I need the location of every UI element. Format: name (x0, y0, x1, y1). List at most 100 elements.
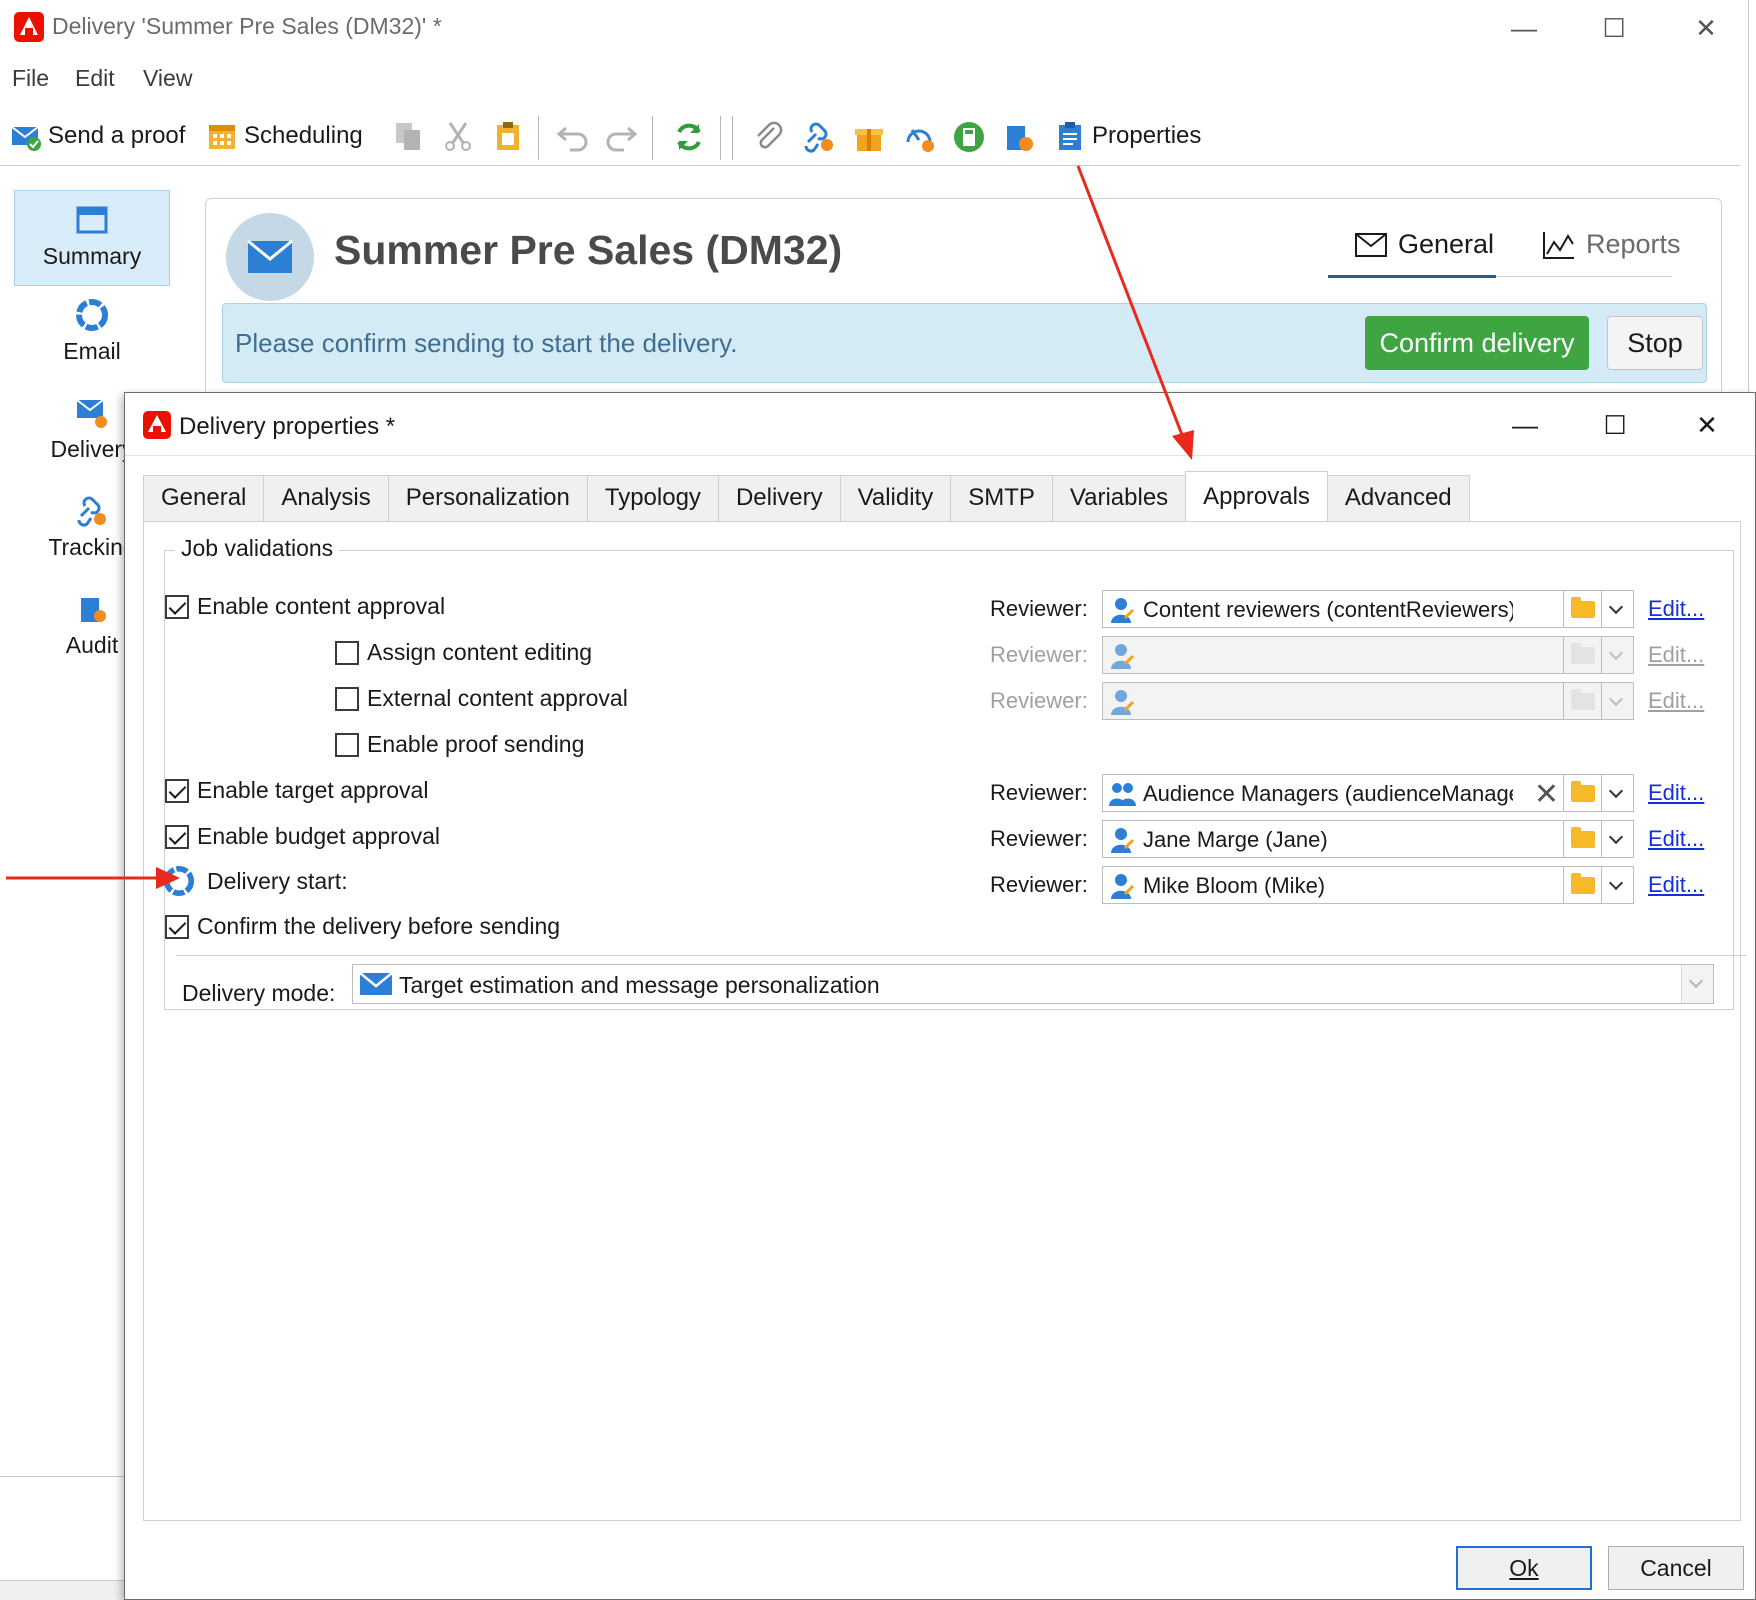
undo-icon[interactable] (556, 120, 590, 152)
edit-link[interactable]: Edit... (1648, 642, 1704, 668)
group-title: Job validations (175, 535, 340, 562)
tab-advanced[interactable]: Advanced (1326, 475, 1470, 521)
scheduling-button[interactable]: Scheduling (206, 116, 363, 156)
send-proof-icon (11, 126, 41, 151)
cut-icon[interactable] (442, 120, 474, 152)
editing-reviewer-field[interactable] (1102, 636, 1564, 674)
refresh-icon[interactable] (672, 120, 706, 154)
envelope-outline-icon (1355, 232, 1387, 257)
stop-button[interactable]: Stop (1607, 316, 1703, 370)
delivery-mode-select[interactable]: Target estimation and message personaliz… (352, 964, 1714, 1004)
menu-edit[interactable]: Edit (75, 65, 115, 92)
chevron-down-icon[interactable] (1602, 682, 1634, 720)
chevron-down-icon[interactable] (1602, 866, 1634, 904)
gift-icon[interactable] (852, 120, 886, 154)
edit-link[interactable]: Edit... (1648, 872, 1704, 898)
checkbox-checked[interactable] (165, 594, 189, 619)
nav-bottom-border (0, 1476, 124, 1477)
redo-icon[interactable] (604, 120, 638, 152)
checkbox-checked[interactable] (165, 824, 189, 849)
assign-content-editing-checkbox[interactable]: Assign content editing (335, 639, 592, 666)
menu-file[interactable]: File (12, 65, 49, 92)
checkbox-unchecked[interactable] (335, 640, 359, 665)
external-content-approval-checkbox[interactable]: External content approval (335, 685, 628, 712)
delivery-start-reviewer-field[interactable]: Mike Bloom (Mike) (1102, 866, 1564, 904)
chevron-down-icon[interactable] (1602, 820, 1634, 858)
tab-delivery[interactable]: Delivery (717, 475, 841, 521)
copy-icon[interactable] (392, 120, 424, 152)
chevron-down-icon[interactable] (1602, 774, 1634, 812)
tab-variables[interactable]: Variables (1051, 475, 1187, 521)
budget-reviewer-field[interactable]: Jane Marge (Jane) (1102, 820, 1564, 858)
enable-budget-approval-checkbox[interactable]: Enable budget approval (165, 823, 440, 850)
tracking-link-icon[interactable] (802, 120, 836, 154)
enable-proof-sending-checkbox[interactable]: Enable proof sending (335, 731, 584, 758)
edit-link[interactable]: Edit... (1648, 596, 1704, 622)
user-icon (1111, 644, 1135, 669)
edit-link[interactable]: Edit... (1648, 780, 1704, 806)
tab-personalization[interactable]: Personalization (387, 475, 588, 521)
chevron-down-icon[interactable] (1602, 636, 1634, 674)
delivery-mode-dropdown[interactable] (1681, 965, 1713, 1003)
tab-general-underline (1328, 275, 1496, 278)
tab-typology[interactable]: Typology (586, 475, 719, 521)
dialog-maximize-button[interactable]: ☐ (1595, 405, 1635, 445)
maximize-button[interactable]: ☐ (1594, 8, 1634, 48)
dialog-minimize-button[interactable]: — (1505, 405, 1545, 445)
properties-button[interactable]: Properties (1054, 116, 1201, 156)
confirm-delivery-button[interactable]: Confirm delivery (1365, 316, 1589, 370)
calculator-icon[interactable] (952, 120, 986, 154)
delivery-avatar (226, 213, 314, 301)
confirm-before-sending-checkbox[interactable]: Confirm the delivery before sending (165, 913, 560, 940)
audit-tool-icon[interactable] (1002, 120, 1036, 154)
cancel-button[interactable]: Cancel (1608, 1546, 1744, 1590)
target-reviewer-field[interactable]: Audience Managers (audienceManagers) ✕ (1102, 774, 1564, 812)
nav-summary-label: Summary (42, 243, 142, 269)
checkbox-checked[interactable] (165, 914, 189, 939)
external-reviewer-field[interactable] (1102, 682, 1564, 720)
ok-button[interactable]: Ok (1456, 1546, 1592, 1590)
reviewer-label: Reviewer: (990, 780, 1088, 805)
scheduling-label: Scheduling (244, 122, 363, 149)
enable-target-approval-checkbox[interactable]: Enable target approval (165, 777, 428, 804)
send-proof-button[interactable]: Send a proof (10, 116, 185, 156)
minimize-button[interactable]: — (1504, 8, 1544, 48)
paste-icon[interactable] (492, 120, 524, 152)
edit-link[interactable]: Edit... (1648, 826, 1704, 852)
edit-link[interactable]: Edit... (1648, 688, 1704, 714)
folder-icon[interactable] (1564, 866, 1602, 904)
tab-analysis[interactable]: Analysis (263, 475, 389, 521)
email-icon (76, 299, 108, 331)
clear-icon[interactable]: ✕ (1534, 777, 1559, 812)
nav-summary[interactable]: Summary (14, 190, 170, 286)
nav-email[interactable]: Email (14, 286, 170, 382)
enable-content-approval-checkbox[interactable]: Enable content approval (165, 593, 445, 620)
checkbox-checked[interactable] (165, 778, 189, 803)
folder-icon[interactable] (1564, 682, 1602, 720)
folder-icon[interactable] (1564, 636, 1602, 674)
folder-icon[interactable] (1564, 590, 1602, 628)
reviewer-label: Reviewer: (990, 642, 1088, 667)
dialog-title: Delivery properties * (179, 413, 396, 440)
tab-general[interactable]: General (143, 475, 265, 521)
tab-approvals[interactable]: Approvals (1185, 471, 1328, 521)
tab-validity[interactable]: Validity (839, 475, 952, 521)
close-button[interactable]: ✕ (1686, 8, 1726, 48)
checkbox-unchecked[interactable] (335, 732, 359, 757)
tab-smtp[interactable]: SMTP (950, 475, 1053, 521)
dialog-close-button[interactable]: ✕ (1687, 405, 1727, 445)
delivery-start-row: Delivery start: (163, 865, 348, 897)
checkbox-label: External content approval (367, 685, 628, 711)
tab-reports[interactable]: Reports (1542, 229, 1681, 260)
tracking-gauge-icon[interactable] (902, 120, 936, 154)
checkbox-label: Enable content approval (197, 593, 446, 619)
menu-view[interactable]: View (143, 65, 192, 92)
dialog-tabs: General Analysis Personalization Typolog… (143, 471, 1470, 521)
folder-icon[interactable] (1564, 774, 1602, 812)
tab-general[interactable]: General (1354, 229, 1494, 260)
attachment-icon[interactable] (752, 120, 786, 154)
folder-icon[interactable] (1564, 820, 1602, 858)
chevron-down-icon[interactable] (1602, 590, 1634, 628)
checkbox-unchecked[interactable] (335, 686, 359, 711)
content-reviewer-field[interactable]: Content reviewers (contentReviewers) (1102, 590, 1564, 628)
